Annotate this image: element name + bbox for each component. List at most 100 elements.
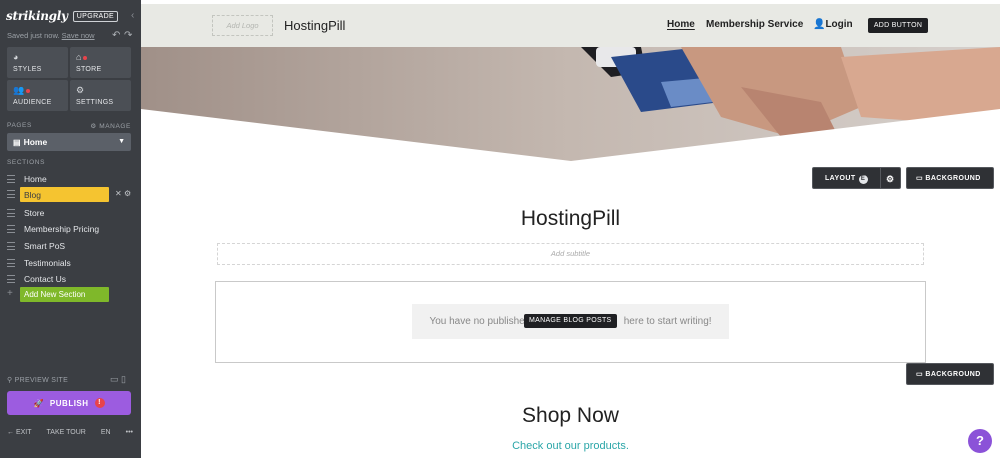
hero-banner bbox=[141, 47, 1000, 161]
upgrade-button[interactable]: UPGRADE bbox=[72, 10, 119, 22]
arrow-left-icon: ← bbox=[7, 429, 16, 436]
help-button[interactable]: ? bbox=[968, 429, 992, 453]
publish-label: PUBLISH bbox=[49, 398, 89, 408]
redo-icon[interactable]: ↷ bbox=[124, 30, 132, 41]
close-icon[interactable]: ✕ bbox=[115, 189, 122, 198]
notification-dot bbox=[26, 88, 31, 93]
plus-icon: + bbox=[7, 288, 13, 299]
drag-handle-icon[interactable] bbox=[7, 175, 15, 183]
page-select[interactable]: ▤ Home ▼ bbox=[7, 133, 131, 151]
store-icon: ⌂ bbox=[76, 51, 125, 63]
add-new-section-button[interactable]: Add New Section bbox=[20, 287, 109, 302]
user-icon: 👤 bbox=[813, 19, 826, 30]
section-item-smart-pos[interactable]: Smart PoS bbox=[0, 239, 141, 255]
section-item-membership-pricing[interactable]: Membership Pricing bbox=[0, 222, 141, 238]
styles-label: STYLES bbox=[13, 66, 42, 73]
image-icon: ▭ bbox=[916, 371, 926, 378]
drag-handle-icon[interactable] bbox=[7, 259, 15, 267]
language-selector[interactable]: EN bbox=[101, 429, 111, 436]
audience-icon: 👥 bbox=[13, 84, 62, 96]
gear-icon: ⚙ bbox=[90, 123, 100, 130]
preview-site-link[interactable]: ⚲ PREVIEW SITE bbox=[7, 376, 68, 384]
exit-link[interactable]: ← EXIT bbox=[7, 429, 32, 436]
layout-badge: E bbox=[858, 175, 868, 184]
manage-pages-link[interactable]: ⚙ MANAGE bbox=[90, 122, 131, 130]
drag-handle-icon[interactable] bbox=[7, 275, 15, 283]
background-label: BACKGROUND bbox=[925, 175, 981, 182]
exit-label: EXIT bbox=[15, 429, 32, 436]
nav-link-membership-service[interactable]: Membership Service bbox=[706, 19, 803, 30]
subtitle-placeholder[interactable]: Add subtitle bbox=[217, 243, 924, 265]
layout-label: LAYOUT bbox=[825, 175, 856, 182]
site-navbar: Add Logo HostingPill Home Membership Ser… bbox=[141, 4, 1000, 47]
section-label: Testimonials bbox=[24, 258, 71, 268]
login-label: Login bbox=[825, 19, 853, 30]
undo-icon[interactable]: ↶ bbox=[112, 30, 120, 41]
save-status: Saved just now. Save now bbox=[7, 31, 95, 40]
drag-handle-icon[interactable] bbox=[7, 225, 15, 233]
shop-title[interactable]: Shop Now bbox=[141, 404, 1000, 428]
publish-button[interactable]: 🚀 PUBLISH ! bbox=[7, 391, 131, 415]
section-label: Home bbox=[24, 174, 47, 184]
editor-sidebar: strikingly UPGRADE ‹ Saved just now. Sav… bbox=[0, 0, 141, 458]
drag-handle-icon[interactable] bbox=[7, 190, 15, 198]
section-item-blog[interactable]: Blog ✕ ⚙ bbox=[0, 187, 141, 203]
page-icon: ▤ bbox=[13, 138, 21, 147]
warning-badge: ! bbox=[94, 398, 105, 408]
styles-tile[interactable]: ◕ STYLES bbox=[7, 47, 68, 78]
sections-heading: SECTIONS bbox=[7, 159, 46, 166]
gear-icon: ⚙ bbox=[76, 85, 85, 95]
drag-handle-icon[interactable] bbox=[7, 209, 15, 217]
section-item-contact-us[interactable]: Contact Us bbox=[0, 272, 141, 288]
device-preview-icon[interactable]: ▭ ▯ bbox=[110, 374, 126, 385]
background-button[interactable]: ▭ BACKGROUND bbox=[906, 363, 994, 385]
image-icon: ▭ bbox=[916, 175, 926, 182]
nav-link-login[interactable]: 👤Login bbox=[813, 19, 853, 30]
audience-tile[interactable]: 👥 AUDIENCE bbox=[7, 80, 68, 111]
gear-icon[interactable]: ⚙ bbox=[124, 189, 131, 198]
chevron-down-icon: ▼ bbox=[118, 138, 125, 145]
strikingly-logo: strikingly bbox=[6, 9, 68, 23]
drag-handle-icon[interactable] bbox=[7, 242, 15, 250]
divider bbox=[880, 168, 881, 188]
site-title[interactable]: HostingPill bbox=[284, 18, 345, 33]
hero-image bbox=[141, 47, 1000, 161]
settings-label: SETTINGS bbox=[76, 99, 114, 106]
section-item-store[interactable]: Store bbox=[0, 206, 141, 222]
notification-dot bbox=[83, 55, 88, 60]
manage-label: MANAGE bbox=[99, 123, 131, 130]
add-button[interactable]: ADD BUTTON bbox=[868, 18, 928, 33]
settings-tile[interactable]: ⚙ SETTINGS bbox=[70, 80, 131, 111]
section-item-testimonials[interactable]: Testimonials bbox=[0, 256, 141, 272]
audience-label: AUDIENCE bbox=[13, 99, 52, 106]
search-icon: ⚲ bbox=[7, 377, 15, 384]
store-tile[interactable]: ⌂ STORE bbox=[70, 47, 131, 78]
shop-subtitle[interactable]: Check out our products. bbox=[141, 440, 1000, 452]
blog-title[interactable]: HostingPill bbox=[141, 207, 1000, 231]
section-label: Contact Us bbox=[24, 274, 67, 284]
empty-message-start: You have no publishe bbox=[429, 316, 525, 327]
take-tour-link[interactable]: TAKE TOUR bbox=[47, 429, 86, 436]
add-logo-placeholder[interactable]: Add Logo bbox=[212, 15, 273, 36]
section-label: Smart PoS bbox=[24, 241, 66, 251]
save-status-text: Saved just now. bbox=[7, 31, 60, 40]
preview-site-label: PREVIEW SITE bbox=[14, 377, 69, 384]
manage-blog-posts-button[interactable]: MANAGE BLOG POSTS bbox=[524, 314, 617, 328]
more-menu-icon[interactable]: ••• bbox=[126, 429, 133, 436]
sidebar-footer: ← EXIT TAKE TOUR EN ••• bbox=[7, 429, 133, 436]
background-label: BACKGROUND bbox=[925, 371, 981, 378]
store-label: STORE bbox=[76, 66, 102, 73]
current-page-label: Home bbox=[23, 137, 48, 147]
gear-icon[interactable]: ⚙ bbox=[886, 168, 894, 190]
section-item-home[interactable]: Home bbox=[0, 172, 141, 188]
layout-button[interactable]: LAYOUT E ⚙ bbox=[812, 167, 901, 189]
sidebar-header: strikingly UPGRADE bbox=[6, 8, 119, 24]
background-button[interactable]: ▭ BACKGROUND bbox=[906, 167, 994, 189]
rocket-icon: 🚀 bbox=[33, 398, 44, 408]
section-label: Membership Pricing bbox=[24, 224, 100, 234]
section-label: Blog bbox=[20, 187, 109, 202]
pages-heading: PAGES bbox=[7, 122, 32, 129]
save-now-link[interactable]: Save now bbox=[62, 31, 95, 40]
collapse-sidebar-icon[interactable]: ‹ bbox=[131, 10, 134, 21]
nav-link-home[interactable]: Home bbox=[667, 19, 695, 30]
